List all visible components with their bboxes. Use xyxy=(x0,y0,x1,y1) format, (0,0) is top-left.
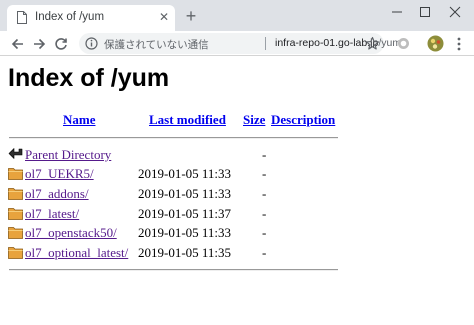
listing-row: ol7_addons/ 2019-01-05 11:33 - xyxy=(8,185,338,203)
directory-link[interactable]: ol7_latest/ xyxy=(25,206,79,222)
tab-close-icon[interactable]: ✕ xyxy=(157,10,171,24)
security-label: 保護されていない通信 xyxy=(104,39,209,51)
name-column-header[interactable]: Name xyxy=(63,112,96,128)
row-size: - xyxy=(262,206,267,221)
footer-divider xyxy=(9,269,338,271)
page-content: Index of /yum Name Last modified Size De… xyxy=(0,57,474,325)
listing-row: ol7_UEKR5/ 2019-01-05 11:33 - xyxy=(8,165,338,183)
row-date: 2019-01-05 11:33 xyxy=(138,166,232,181)
directory-link[interactable]: ol7_openstack50/ xyxy=(25,225,117,241)
extension-icon[interactable] xyxy=(397,37,410,50)
size-column-header[interactable]: Size xyxy=(243,112,265,128)
listing-row: ol7_openstack50/ 2019-01-05 11:33 - xyxy=(8,224,338,242)
page-title: Index of /yum xyxy=(8,64,170,92)
row-size: - xyxy=(262,225,267,240)
folder-icon xyxy=(8,227,23,239)
row-size: - xyxy=(262,147,267,162)
last-modified-column-header[interactable]: Last modified xyxy=(149,112,226,128)
url-text[interactable]: infra-repo-01.go-lab.jp/yum/ xyxy=(275,37,404,49)
parent-directory-link[interactable]: Parent Directory xyxy=(25,147,111,163)
tab-title: Index of /yum xyxy=(35,11,105,23)
row-size: - xyxy=(262,245,267,260)
browser-titlebar: Index of /yum ✕ + xyxy=(0,0,474,31)
page-icon xyxy=(17,11,27,24)
browser-menu-icon[interactable] xyxy=(455,36,463,52)
directory-link[interactable]: ol7_UEKR5/ xyxy=(25,166,94,182)
row-date: 2019-01-05 11:33 xyxy=(138,186,232,201)
omnibox-divider xyxy=(265,37,266,50)
folder-icon xyxy=(8,168,23,180)
maximize-icon[interactable] xyxy=(416,4,434,20)
close-window-icon[interactable] xyxy=(446,4,464,20)
listing-row: Parent Directory - xyxy=(8,146,338,164)
row-date: 2019-01-05 11:35 xyxy=(138,245,232,260)
folder-icon xyxy=(8,247,23,259)
header-divider xyxy=(9,137,338,139)
url-host: infra-repo-01.go-lab.jp xyxy=(275,37,379,49)
profile-avatar-icon[interactable] xyxy=(427,35,444,52)
browser-tab[interactable]: Index of /yum ✕ xyxy=(7,5,175,31)
row-size: - xyxy=(262,186,267,201)
minimize-icon[interactable] xyxy=(388,4,406,20)
row-date: 2019-01-05 11:37 xyxy=(138,206,232,221)
new-tab-button[interactable]: + xyxy=(183,7,199,25)
row-size: - xyxy=(262,166,267,181)
info-icon[interactable] xyxy=(85,37,98,50)
forward-icon[interactable] xyxy=(31,36,47,52)
row-date: 2019-01-05 11:33 xyxy=(138,225,232,240)
reload-icon[interactable] xyxy=(53,36,69,52)
back-icon[interactable] xyxy=(10,36,26,52)
back-arrow-icon xyxy=(8,148,23,159)
description-column-header[interactable]: Description xyxy=(271,112,335,128)
bookmark-star-icon[interactable] xyxy=(365,36,380,51)
directory-link[interactable]: ol7_addons/ xyxy=(25,186,89,202)
directory-link[interactable]: ol7_optional_latest/ xyxy=(25,245,128,261)
listing-row: ol7_optional_latest/ 2019-01-05 11:35 - xyxy=(8,244,338,262)
browser-toolbar: 保護されていない通信 infra-repo-01.go-lab.jp/yum/ xyxy=(0,31,474,56)
folder-icon xyxy=(8,188,23,200)
address-bar[interactable]: 保護されていない通信 infra-repo-01.go-lab.jp/yum/ xyxy=(79,33,404,54)
folder-icon xyxy=(8,208,23,220)
listing-row: ol7_latest/ 2019-01-05 11:37 - xyxy=(8,205,338,223)
